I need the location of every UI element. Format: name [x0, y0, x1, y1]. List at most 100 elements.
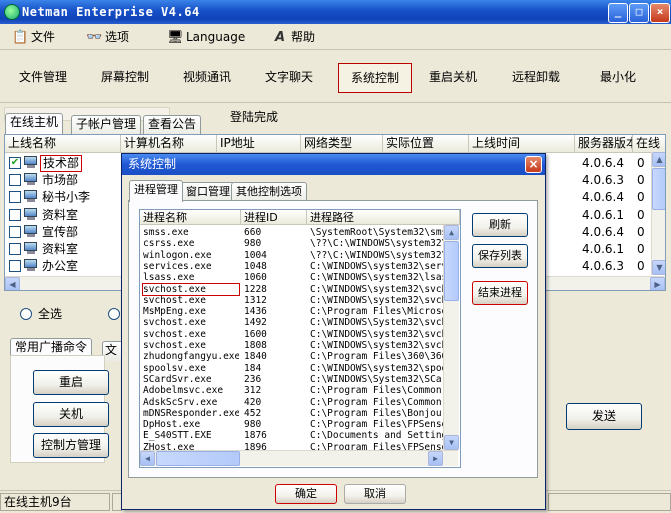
process-row[interactable]: svchost.exe 1492 C:\WINDOWS\System32\svcho… — [140, 317, 460, 328]
maximize-button[interactable]: □ — [629, 3, 649, 23]
host-version: 4.0.6.4 — [582, 190, 624, 205]
host-checkbox[interactable]: ✔ — [9, 157, 21, 169]
process-list[interactable]: 进程名称 进程ID 进程路径 smss.exe 660 \SystemRoot\Sy… — [139, 209, 461, 468]
process-row[interactable]: zhudongfangyu.exe 1840 C:\Program Files\36… — [140, 351, 460, 362]
col-network-type[interactable]: 网络类型 — [301, 135, 383, 152]
col-online-name[interactable]: 上线名称 — [5, 135, 121, 152]
scroll-down-icon[interactable]: ▼ — [652, 260, 665, 275]
col-computer-name[interactable]: 计算机名称 — [121, 135, 217, 152]
minimize-button[interactable]: _ — [608, 3, 628, 23]
host-checkbox[interactable] — [9, 208, 21, 221]
scroll-thumb[interactable] — [652, 168, 665, 210]
computer-icon — [24, 224, 38, 238]
proc-scroll-up-icon[interactable]: ▲ — [444, 225, 459, 240]
process-path: C:\Program Files\Common File — [310, 385, 450, 397]
save-list-button[interactable]: 保存列表 — [472, 244, 528, 268]
host-list-vscroll[interactable]: ▲ ▼ — [651, 152, 665, 275]
process-name: services.exe — [143, 260, 212, 272]
select-all-radio[interactable] — [20, 308, 32, 320]
host-checkbox[interactable] — [9, 243, 21, 255]
tab-process-manage[interactable]: 进程管理 — [129, 180, 183, 202]
tool-minimize[interactable]: 最小化 — [585, 63, 651, 91]
process-row[interactable]: svchost.exe 1600 C:\WINDOWS\system32\svcho… — [140, 329, 460, 340]
process-row[interactable]: mDNSResponder.exe 452 C:\Program Files\Bon… — [140, 408, 460, 419]
tab-window-manage[interactable]: 窗口管理 — [181, 182, 235, 202]
tab-notice[interactable]: 查看公告 — [143, 115, 202, 135]
tab-other-options[interactable]: 其他控制选项 — [231, 182, 307, 202]
tool-screen-control[interactable]: 屏幕控制 — [92, 63, 158, 91]
end-process-button[interactable]: 结束进程 — [472, 281, 528, 305]
proc-scroll-left-icon[interactable]: ◀ — [140, 451, 155, 466]
process-row[interactable]: AdskScSrv.exe 420 C:\Program Files\Common … — [140, 397, 460, 408]
menu-help[interactable]: A 帮助 — [272, 28, 315, 46]
controller-manage-button[interactable]: 控制方管理 — [33, 433, 109, 458]
tool-system-control[interactable]: 系统控制 — [338, 63, 412, 93]
process-row[interactable]: E_S40STT.EXE 1876 C:\Documents and Setting… — [140, 430, 460, 441]
proc-hscroll-thumb[interactable] — [156, 451, 240, 466]
cancel-button[interactable]: 取消 — [344, 484, 406, 504]
host-checkbox[interactable] — [9, 225, 21, 238]
tool-text-chat[interactable]: 文字聊天 — [256, 63, 322, 91]
col-process-name[interactable]: 进程名称 — [140, 210, 241, 225]
shutdown-button[interactable]: 关机 — [33, 402, 109, 427]
process-row[interactable]: csrss.exe 980 \??\C:\WINDOWS\system32\csrs… — [140, 238, 460, 249]
process-row[interactable]: svchost.exe 1312 C:\WINDOWS\system32\svcho… — [140, 295, 460, 306]
tool-restart-shutdown[interactable]: 重启关机 — [420, 63, 486, 91]
process-vscroll[interactable]: ▲ ▼ — [443, 225, 459, 450]
close-button[interactable]: × — [650, 3, 670, 23]
process-name: DpHost.exe — [143, 419, 201, 431]
process-row[interactable]: MsMpEng.exe 1436 C:\Program Files\Microsof… — [140, 306, 460, 317]
col-process-path[interactable]: 进程路径 — [307, 210, 460, 225]
host-online: 0 — [637, 224, 645, 239]
proc-scroll-thumb[interactable] — [444, 241, 459, 301]
tab-subaccount[interactable]: 子帐户管理 — [71, 115, 142, 135]
col-process-id[interactable]: 进程ID — [241, 210, 307, 225]
tab-online-hosts[interactable]: 在线主机 — [5, 113, 64, 135]
process-row[interactable]: services.exe 1048 C:\WINDOWS\system32\serv… — [140, 261, 460, 272]
proc-scroll-down-icon[interactable]: ▼ — [444, 435, 459, 450]
process-row[interactable]: winlogon.exe 1004 \??\C:\WINDOWS\system32\… — [140, 250, 460, 261]
host-checkbox[interactable] — [9, 191, 21, 204]
process-row[interactable]: svchost.exe 1808 C:\WINDOWS\system32\svcho… — [140, 340, 460, 351]
tool-remote-uninstall[interactable]: 远程卸载 — [503, 63, 569, 91]
radio-2[interactable] — [108, 308, 120, 320]
col-ip[interactable]: IP地址 — [217, 135, 301, 152]
scroll-right-icon[interactable]: ▶ — [650, 277, 665, 290]
process-hscroll[interactable]: ◀ ▶ — [140, 450, 458, 466]
tool-video-chat[interactable]: 视频通讯 — [174, 63, 240, 91]
host-checkbox[interactable] — [9, 260, 21, 273]
proc-scroll-right-icon[interactable]: ▶ — [428, 451, 443, 466]
menu-file[interactable]: 📋 文件 — [12, 28, 55, 46]
refresh-button[interactable]: 刷新 — [472, 213, 528, 237]
process-path: \SystemRoot\System32\smss.exe — [310, 227, 450, 238]
restart-button[interactable]: 重启 — [33, 370, 109, 395]
process-id: 1600 — [244, 328, 267, 340]
tool-file-manager[interactable]: 文件管理 — [10, 63, 76, 91]
process-row[interactable]: SCardSvr.exe 236 C:\WINDOWS\System32\SCard… — [140, 374, 460, 385]
host-version: 4.0.6.3 — [582, 259, 624, 274]
ok-button[interactable]: 确定 — [275, 484, 337, 504]
menu-options[interactable]: 👓 选项 — [86, 28, 129, 46]
process-row[interactable]: spoolsv.exe 184 C:\WINDOWS\system32\spools… — [140, 363, 460, 374]
scroll-up-icon[interactable]: ▲ — [652, 152, 665, 167]
host-version: 4.0.6.1 — [582, 207, 624, 222]
col-server-version[interactable]: 服务器版本 — [575, 135, 633, 152]
window-title: Netman Enterprise V4.64 — [22, 5, 200, 19]
dialog-close-button[interactable]: × — [525, 156, 542, 173]
process-row[interactable]: DpHost.exe 980 C:\Program Files\FPSensor\b… — [140, 419, 460, 430]
process-row[interactable]: svchost.exe 1228 C:\WINDOWS\system32\svcho… — [140, 282, 460, 296]
process-row[interactable]: lsass.exe 1060 C:\WINDOWS\system32\lsass.e… — [140, 272, 460, 283]
computer-icon — [24, 173, 38, 186]
process-row[interactable]: smss.exe 660 \SystemRoot\System32\smss.exe — [140, 227, 460, 238]
col-online[interactable]: 在线 — [633, 135, 665, 152]
host-version: 4.0.6.3 — [582, 173, 624, 188]
col-online-time[interactable]: 上线时间 — [469, 135, 575, 152]
process-id: 980 — [244, 419, 262, 431]
scroll-left-icon[interactable]: ◀ — [5, 277, 20, 290]
send-button[interactable]: 发送 — [566, 403, 642, 430]
process-path: \??\C:\WINDOWS\system32\winlo — [310, 249, 450, 261]
col-location[interactable]: 实际位置 — [383, 135, 469, 152]
menu-language[interactable]: 🖥 Language — [167, 28, 245, 46]
host-checkbox[interactable] — [9, 174, 21, 187]
process-row[interactable]: Adobelmsvc.exe 312 C:\Program Files\Common… — [140, 385, 460, 396]
